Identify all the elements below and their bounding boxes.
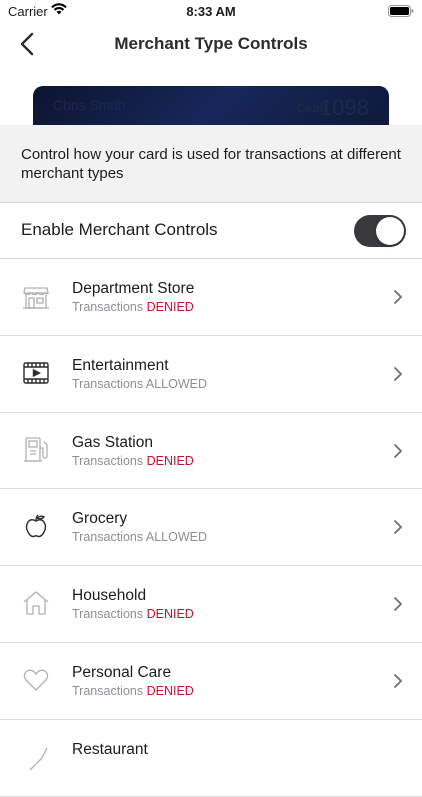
chevron-right-icon bbox=[394, 366, 402, 381]
status-allowed: ALLOWED bbox=[145, 530, 208, 545]
description: Control how your card is used for transa… bbox=[0, 125, 422, 202]
chevron-right-icon bbox=[394, 290, 402, 304]
back-button[interactable] bbox=[14, 30, 42, 58]
merchant-name: Entertainment bbox=[72, 356, 169, 374]
film-icon bbox=[23, 362, 49, 384]
merchant-status: Transactions DENIED bbox=[72, 300, 194, 314]
chevron-right-icon bbox=[394, 597, 402, 612]
merchant-row-grocery[interactable]: Grocery Transactions ALLOWED bbox=[0, 489, 422, 567]
page-title: Merchant Type Controls bbox=[114, 34, 308, 53]
status-denied: DENIED bbox=[146, 683, 194, 698]
store-icon bbox=[23, 287, 49, 309]
card-holder-name: Chris Smith bbox=[53, 97, 126, 113]
enable-merchant-controls-toggle[interactable] bbox=[354, 215, 406, 247]
toggle-knob bbox=[376, 217, 404, 245]
clock: 8:33 AM bbox=[186, 4, 236, 19]
merchant-name: Gas Station bbox=[72, 433, 153, 451]
status-denied: DENIED bbox=[146, 607, 194, 622]
utensils-icon bbox=[29, 747, 48, 771]
enable-merchant-controls-label: Enable Merchant Controls bbox=[21, 220, 218, 239]
gas-pump-icon bbox=[24, 436, 48, 462]
merchant-status: Transactions DENIED bbox=[72, 607, 194, 622]
merchant-row-restaurant[interactable]: Restaurant bbox=[0, 720, 422, 797]
heart-icon bbox=[23, 669, 49, 691]
merchant-row-household[interactable]: Household Transactions DENIED bbox=[0, 566, 422, 643]
merchant-row-department-store[interactable]: Department Store Transactions DENIED bbox=[0, 259, 422, 336]
card-last-four: 1098 bbox=[320, 95, 369, 120]
enable-merchant-controls-row: Enable Merchant Controls bbox=[0, 202, 422, 259]
chevron-right-icon bbox=[394, 443, 402, 458]
merchant-list: Department Store Transactions DENIED Ent… bbox=[0, 259, 422, 797]
merchant-status: Transactions ALLOWED bbox=[72, 376, 208, 391]
status-denied: DENIED bbox=[146, 300, 194, 314]
merchant-status: Transactions ALLOWED bbox=[72, 530, 208, 545]
merchant-status: Transactions DENIED bbox=[72, 453, 194, 468]
merchant-row-entertainment[interactable]: Entertainment Transactions ALLOWED bbox=[0, 336, 422, 413]
chevron-right-icon bbox=[394, 520, 402, 535]
merchant-name: Department Store bbox=[72, 280, 195, 297]
battery-icon bbox=[388, 5, 414, 17]
chevron-right-icon bbox=[394, 674, 402, 688]
status-bar: Carrier 8:33 AM bbox=[0, 0, 422, 22]
status-denied: DENIED bbox=[146, 453, 194, 468]
merchant-row-gas-station[interactable]: Gas Station Transactions DENIED bbox=[0, 413, 422, 490]
apple-icon bbox=[25, 514, 47, 538]
status-allowed: ALLOWED bbox=[145, 376, 208, 391]
navigation-bar: Merchant Type Controls bbox=[0, 22, 422, 66]
merchant-row-personal-care[interactable]: Personal Care Transactions DENIED bbox=[0, 643, 422, 720]
house-icon bbox=[23, 591, 49, 615]
merchant-name: Household bbox=[72, 587, 147, 605]
merchant-name: Personal Care bbox=[72, 663, 172, 681]
merchant-status: Transactions DENIED bbox=[72, 683, 194, 698]
merchant-name: Grocery bbox=[72, 510, 128, 528]
